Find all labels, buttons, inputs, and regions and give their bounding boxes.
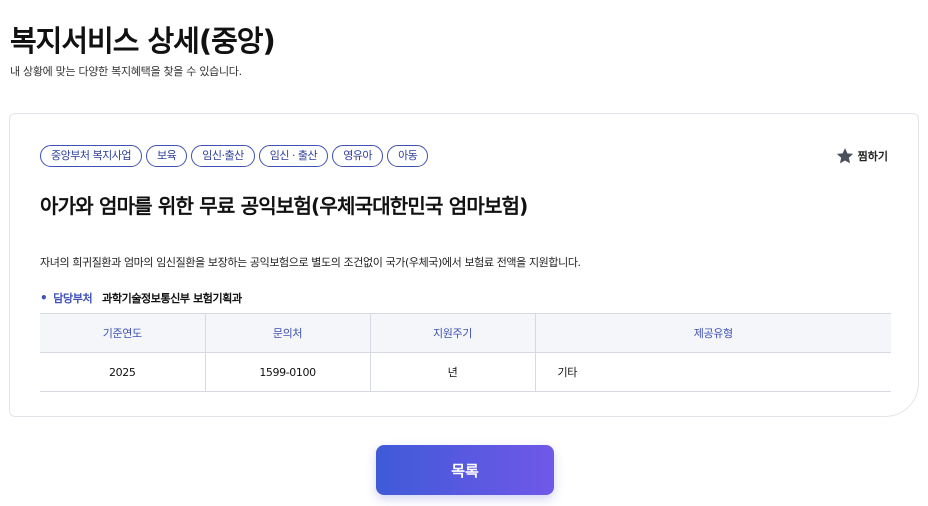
tag[interactable]: 임신 · 출산 [258, 145, 329, 167]
tag[interactable]: 영유아 [332, 145, 384, 167]
star-icon [835, 146, 855, 166]
department-value: 과학기술정보통신부 보험기획과 [102, 292, 242, 305]
department-label: 담당부처 [53, 292, 93, 305]
cell-contact: 1599-0100 [205, 352, 371, 392]
column-header-type: 제공유형 [535, 313, 891, 353]
list-button[interactable]: 목록 [376, 445, 554, 495]
tag[interactable]: 아동 [387, 145, 429, 167]
service-info-table: 기준연도 문의처 지원주기 제공유형 2025 1599-0100 년 기타 [40, 313, 891, 392]
tag[interactable]: 임신·출산 [191, 145, 255, 167]
tag[interactable]: 중앙부처 복지사업 [40, 145, 142, 167]
service-detail-card: 중앙부처 복지사업 보육 임신·출산 임신 · 출산 영유아 아동 찜하기 아가… [9, 113, 919, 417]
column-header-contact: 문의처 [205, 313, 371, 353]
column-header-year: 기준연도 [40, 313, 206, 353]
cell-year: 2025 [40, 352, 206, 392]
tag[interactable]: 보육 [145, 145, 188, 167]
service-description: 자녀의 희귀질환과 엄마의 임신질환을 보장하는 공익보험으로 별도의 조건없이… [40, 256, 581, 269]
column-header-cycle: 지원주기 [370, 313, 536, 353]
bookmark-button[interactable]: 찜하기 [835, 146, 888, 166]
page-subtitle: 내 상황에 맞는 다양한 복지혜택을 찾을 수 있습니다. [10, 65, 242, 78]
cell-cycle: 년 [370, 352, 536, 392]
table-header-row: 기준연도 문의처 지원주기 제공유형 [40, 313, 891, 353]
cell-type: 기타 [535, 352, 891, 392]
tag-list: 중앙부처 복지사업 보육 임신·출산 임신 · 출산 영유아 아동 [40, 145, 429, 167]
service-title: 아가와 엄마를 위한 무료 공익보험(우체국대한민국 엄마보험) [40, 194, 528, 218]
bullet-icon: • [40, 291, 48, 305]
table-row: 2025 1599-0100 년 기타 [40, 352, 891, 392]
page-title: 복지서비스 상세(중앙) [10, 24, 276, 58]
bookmark-label: 찜하기 [857, 150, 888, 163]
department-info: • 담당부처 과학기술정보통신부 보험기획과 [40, 290, 242, 306]
